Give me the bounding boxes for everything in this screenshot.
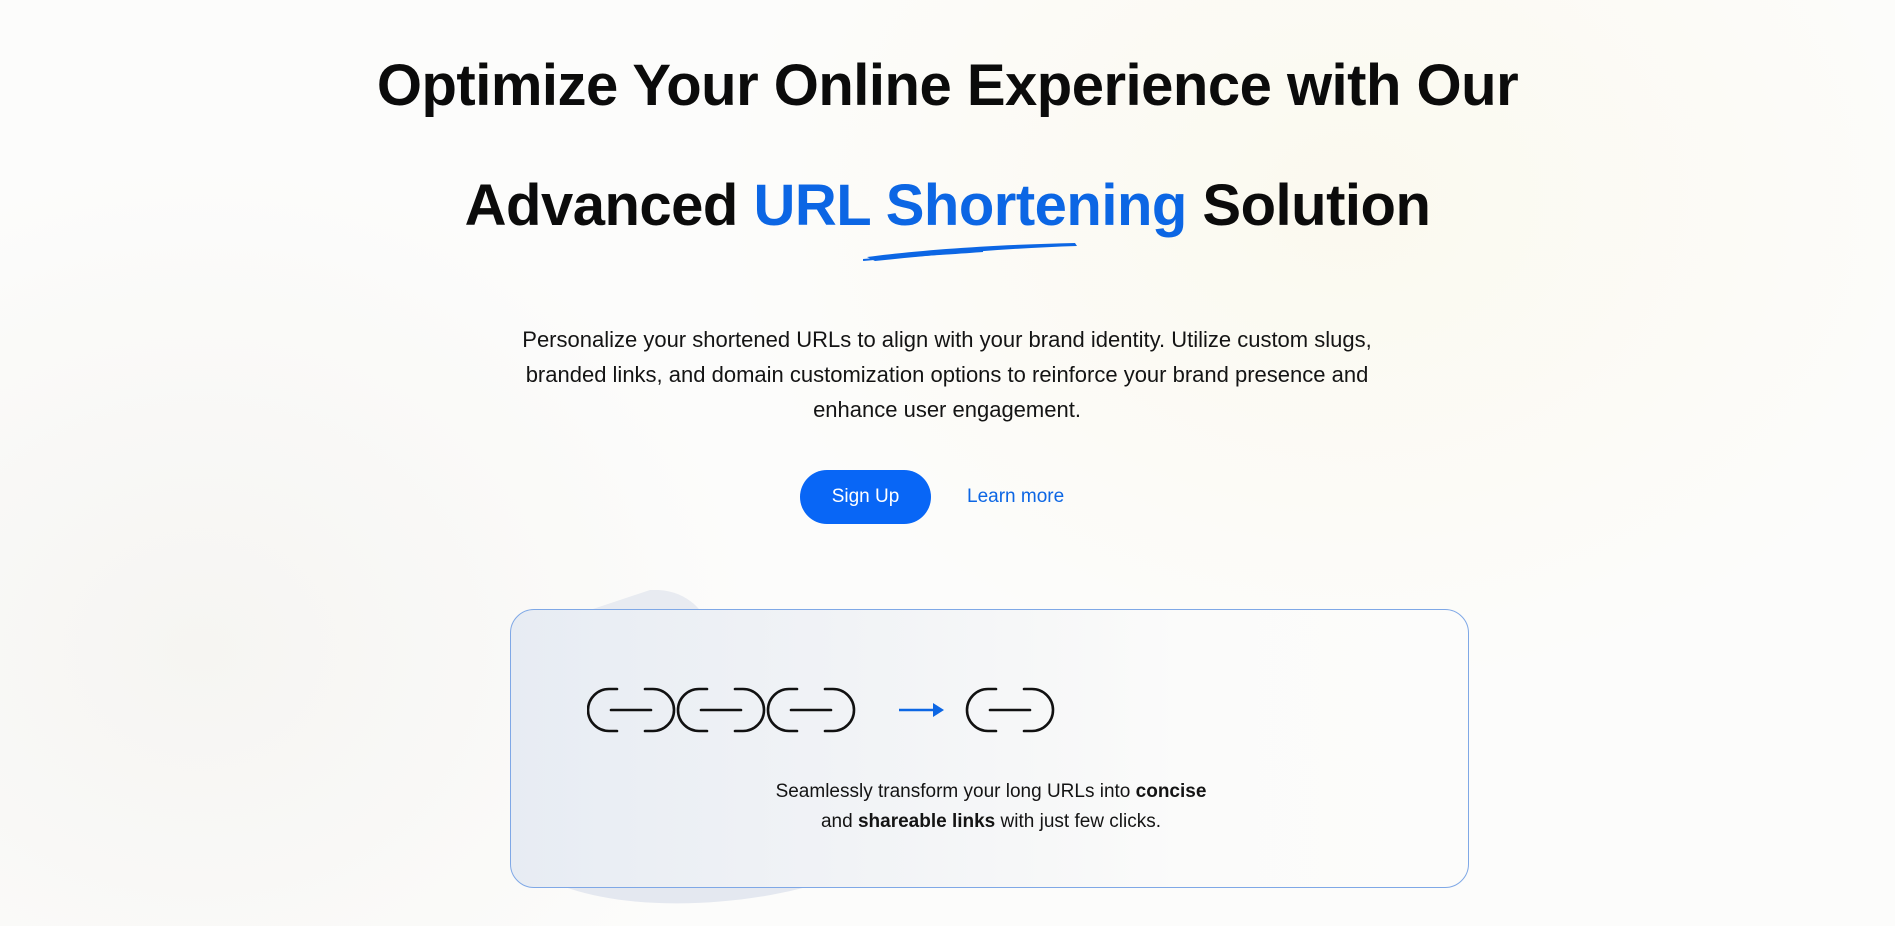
description-line-1: Personalize your shortened URLs to align… xyxy=(522,327,1372,352)
hero-section: Optimize Your Online Experience with Our… xyxy=(0,0,1895,926)
link-icon xyxy=(587,687,676,733)
caption-bold-shareable: shareable links xyxy=(857,811,996,832)
headline-line-1: Optimize Your Online Experience with Our xyxy=(376,53,1519,118)
url-transform-card: Seamlessly transform your long URLs into… xyxy=(510,609,1469,888)
sign-up-button[interactable]: Sign Up xyxy=(800,470,931,524)
card-caption: Seamlessly transform your long URLs into… xyxy=(691,777,1291,837)
headline-suffix: Solution xyxy=(1186,173,1431,238)
caption-line-1: Seamlessly transform your long URLs into… xyxy=(691,777,1291,807)
caption-text: with just few clicks. xyxy=(995,811,1162,832)
link-icon xyxy=(676,687,766,733)
description-line-2: branded links, and domain customization … xyxy=(525,362,1369,387)
caption-line-2: and shareable links with just few clicks… xyxy=(691,807,1291,837)
link-icon xyxy=(965,687,1055,733)
brush-underline-icon xyxy=(863,243,1078,261)
learn-more-link[interactable]: Learn more xyxy=(967,486,1064,508)
arrow-right-icon xyxy=(899,703,944,717)
description-line-3: enhance user engagement. xyxy=(813,397,1081,422)
hero-description: Personalize your shortened URLs to align… xyxy=(487,322,1407,427)
headline-highlight: URL Shortening xyxy=(753,177,1187,261)
headline-prefix: Advanced xyxy=(464,173,754,238)
link-icon xyxy=(766,687,856,733)
cta-row: Sign Up Learn more xyxy=(800,470,1064,524)
headline-highlight-text: URL Shortening xyxy=(753,173,1187,238)
caption-text: Seamlessly transform your long URLs into xyxy=(775,781,1136,802)
caption-bold-concise: concise xyxy=(1135,781,1207,802)
headline-line-2: Advanced URL Shortening Solution xyxy=(0,177,1895,261)
caption-text: and xyxy=(820,811,858,832)
chain-illustration xyxy=(587,687,1055,733)
